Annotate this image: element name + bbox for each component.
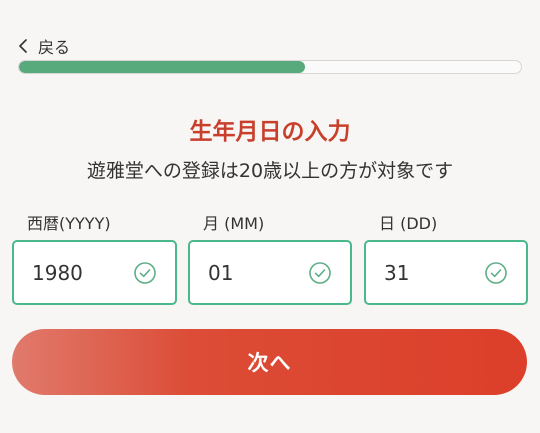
back-link[interactable]: 戻る (18, 35, 70, 57)
page-title: 生年月日の入力 (189, 119, 351, 145)
check-circle-icon (309, 261, 331, 284)
year-field-label: 西暦(YYYY) (27, 214, 111, 233)
next-button[interactable]: 次へ (12, 329, 527, 395)
back-label: 戻る (38, 38, 71, 57)
age-requirement-text: 遊雅堂への登録は20歳以上の方が対象です (86, 160, 454, 182)
year-value: 1980 (32, 260, 83, 285)
next-button-label: 次へ (247, 351, 292, 375)
month-input[interactable]: 01 (188, 240, 352, 305)
check-circle-icon (485, 261, 507, 284)
month-value: 01 (208, 260, 234, 285)
progress-bar (18, 60, 522, 74)
day-value: 31 (384, 260, 410, 285)
progress-bar-fill (19, 61, 306, 73)
day-input[interactable]: 31 (364, 240, 528, 305)
chevron-left-icon (19, 39, 27, 53)
year-input[interactable]: 1980 (12, 240, 177, 305)
check-circle-icon (134, 261, 156, 284)
day-field-label: 日 (DD) (379, 214, 438, 233)
month-field-label: 月 (MM) (203, 214, 265, 233)
